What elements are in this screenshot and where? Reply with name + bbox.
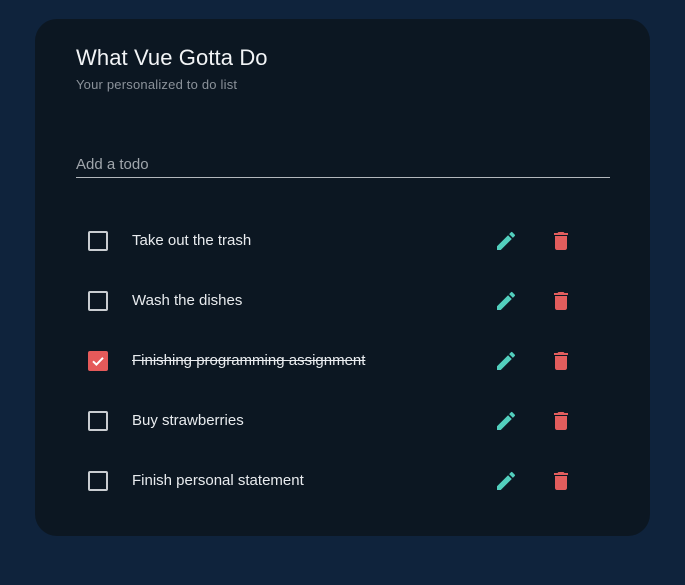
todo-item: Buy strawberries [35,391,650,451]
todo-checkbox[interactable] [88,351,108,371]
todo-checkbox[interactable] [88,231,108,251]
todo-card: What Vue Gotta Do Your personalized to d… [35,19,650,536]
trash-icon [554,232,568,250]
todo-text: Wash the dishes [132,292,243,309]
delete-button[interactable] [549,409,573,433]
app-subtitle: Your personalized to do list [76,77,238,92]
app-title: What Vue Gotta Do [76,45,268,70]
edit-button[interactable] [494,469,518,493]
edit-button[interactable] [494,349,518,373]
pencil-icon [497,291,516,310]
todo-item: Take out the trash [35,211,650,271]
todo-item: Wash the dishes [35,271,650,331]
edit-button[interactable] [494,229,518,253]
todo-checkbox[interactable] [88,471,108,491]
delete-button[interactable] [549,469,573,493]
todo-text: Finishing programming assignment [132,352,366,369]
trash-icon [554,412,568,430]
trash-icon [554,472,568,490]
todo-checkbox[interactable] [88,291,108,311]
checkmark-icon [92,357,104,367]
todo-text: Take out the trash [132,232,252,249]
edit-button[interactable] [494,289,518,313]
delete-button[interactable] [549,229,573,253]
delete-button[interactable] [549,289,573,313]
pencil-icon [497,411,516,430]
todo-item: Finishing programming assignment [35,331,650,391]
add-todo-input[interactable] [76,151,610,178]
trash-icon [554,352,568,370]
delete-button[interactable] [549,349,573,373]
todo-text: Buy strawberries [132,412,244,429]
pencil-icon [497,351,516,370]
trash-icon [554,292,568,310]
todo-checkbox[interactable] [88,411,108,431]
todo-item: Finish personal statement [35,451,650,511]
pencil-icon [497,231,516,250]
edit-button[interactable] [494,409,518,433]
todo-list: Take out the trash Wash the dishes Finis… [35,211,650,511]
todo-text: Finish personal statement [132,472,304,489]
pencil-icon [497,471,516,490]
